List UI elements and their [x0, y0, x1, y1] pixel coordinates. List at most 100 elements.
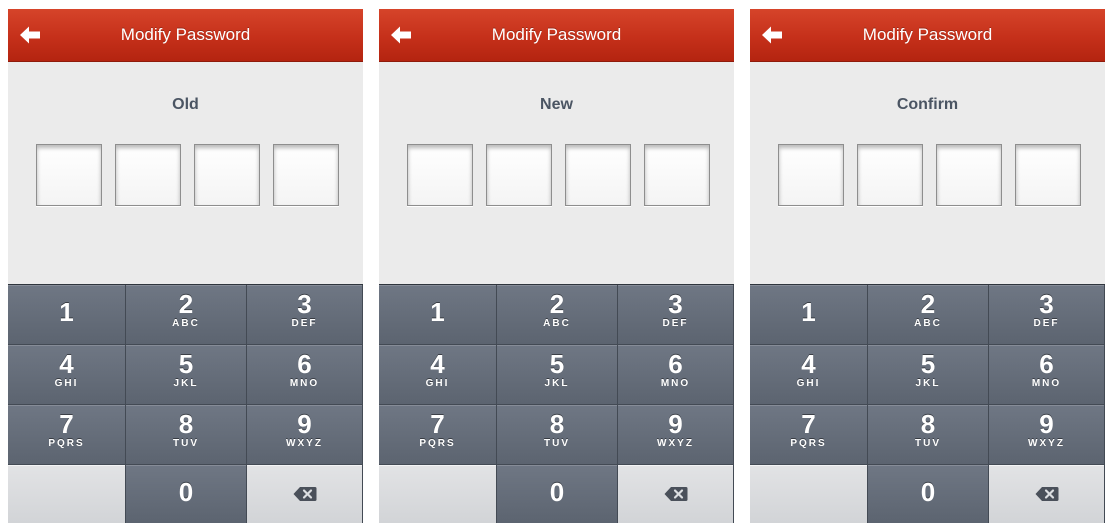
key-9[interactable]: 9 WXYZ — [989, 405, 1105, 465]
key-7[interactable]: 7 PQRS — [379, 405, 497, 465]
key-3[interactable]: 3 DEF — [618, 285, 734, 345]
key-1[interactable]: 1 — [750, 285, 868, 345]
key-7[interactable]: 7 PQRS — [8, 405, 126, 465]
key-digit: 3 — [297, 289, 312, 319]
key-letters: DEF — [291, 318, 318, 329]
key-digit: 0 — [920, 477, 936, 507]
key-digit: 5 — [920, 349, 936, 379]
screen-old-password: Modify Password Old 1 2 ABC 3 DEF 4 GHI 5 JK… — [8, 9, 363, 523]
key-0[interactable]: 0 — [497, 465, 618, 523]
delete-key[interactable] — [618, 465, 734, 523]
pin-digit-field-3[interactable] — [936, 144, 1002, 206]
key-digit: 3 — [1039, 289, 1054, 319]
key-2[interactable]: 2 ABC — [126, 285, 247, 345]
pin-input-row — [36, 144, 342, 206]
key-digit: 1 — [59, 297, 74, 327]
key-digit: 7 — [59, 409, 74, 439]
key-1[interactable]: 1 — [8, 285, 126, 345]
key-4[interactable]: 4 GHI — [379, 345, 497, 405]
pin-digit-field-1[interactable] — [36, 144, 102, 206]
key-9[interactable]: 9 WXYZ — [618, 405, 734, 465]
key-digit: 8 — [178, 409, 194, 439]
key-6[interactable]: 6 MNO — [989, 345, 1105, 405]
key-letters: DEF — [662, 318, 689, 329]
key-5[interactable]: 5 JKL — [126, 345, 247, 405]
key-6[interactable]: 6 MNO — [247, 345, 363, 405]
key-7[interactable]: 7 PQRS — [750, 405, 868, 465]
backspace-icon — [664, 487, 687, 501]
key-digit: 7 — [801, 409, 816, 439]
key-letters: ABC — [172, 318, 200, 329]
key-8[interactable]: 8 TUV — [126, 405, 247, 465]
key-digit: 9 — [297, 409, 312, 439]
key-0[interactable]: 0 — [126, 465, 247, 523]
key-digit: 6 — [297, 349, 312, 379]
key-1[interactable]: 1 — [379, 285, 497, 345]
page-title: Modify Password — [491, 25, 622, 44]
pin-digit-field-1[interactable] — [407, 144, 473, 206]
key-letters: WXYZ — [657, 438, 694, 449]
key-letters: PQRS — [48, 438, 85, 449]
key-digit: 4 — [430, 349, 445, 379]
key-digit: 5 — [549, 349, 565, 379]
key-letters: MNO — [1031, 378, 1062, 389]
key-letters: JKL — [915, 378, 941, 389]
pin-digit-field-2[interactable] — [857, 144, 923, 206]
key-letters: ABC — [543, 318, 571, 329]
key-letters: JKL — [544, 378, 570, 389]
pin-input-row — [407, 144, 713, 206]
numeric-keypad: 1 2 ABC 3 DEF 4 GHI 5 JKL 6 MNO 7 PQRS 8 TUV 9W… — [750, 284, 1105, 523]
delete-key[interactable] — [247, 465, 363, 523]
key-blank — [8, 465, 126, 523]
key-3[interactable]: 3 DEF — [989, 285, 1105, 345]
backspace-icon — [293, 487, 316, 501]
key-letters: TUV — [915, 438, 941, 449]
key-digit: 7 — [430, 409, 445, 439]
key-blank — [379, 465, 497, 523]
key-digit: 0 — [178, 477, 194, 507]
backspace-icon — [1035, 487, 1058, 501]
pin-digit-field-3[interactable] — [194, 144, 260, 206]
key-digit: 3 — [668, 289, 683, 319]
key-5[interactable]: 5 JKL — [497, 345, 618, 405]
key-5[interactable]: 5 JKL — [868, 345, 989, 405]
pin-digit-field-3[interactable] — [565, 144, 631, 206]
key-2[interactable]: 2 ABC — [868, 285, 989, 345]
key-digit: 8 — [549, 409, 565, 439]
delete-key[interactable] — [989, 465, 1105, 523]
pin-digit-field-4[interactable] — [644, 144, 710, 206]
key-2[interactable]: 2 ABC — [497, 285, 618, 345]
pin-digit-field-2[interactable] — [486, 144, 552, 206]
pin-input-row — [778, 144, 1084, 206]
key-digit: 5 — [178, 349, 194, 379]
pin-prompt-label: New — [540, 96, 573, 113]
key-digit: 0 — [549, 477, 565, 507]
key-digit: 2 — [178, 289, 194, 319]
key-digit: 4 — [59, 349, 74, 379]
pin-digit-field-4[interactable] — [273, 144, 339, 206]
key-blank — [750, 465, 868, 523]
numeric-keypad: 1 2 ABC 3 DEF 4 GHI 5 JKL 6 MNO 7 PQRS 8 TUV 9W… — [8, 284, 363, 523]
key-9[interactable]: 9 WXYZ — [247, 405, 363, 465]
key-3[interactable]: 3 DEF — [247, 285, 363, 345]
key-8[interactable]: 8 TUV — [868, 405, 989, 465]
key-letters: PQRS — [790, 438, 827, 449]
page-title: Modify Password — [862, 25, 993, 44]
key-8[interactable]: 8 TUV — [497, 405, 618, 465]
pin-prompt-label: Old — [172, 96, 199, 113]
pin-digit-field-4[interactable] — [1015, 144, 1081, 206]
key-letters: MNO — [660, 378, 691, 389]
navigation-bar: Modify Password — [8, 9, 363, 62]
key-4[interactable]: 4 GHI — [750, 345, 868, 405]
pin-digit-field-2[interactable] — [115, 144, 181, 206]
page-title: Modify Password — [120, 25, 251, 44]
key-letters: MNO — [289, 378, 320, 389]
key-4[interactable]: 4 GHI — [8, 345, 126, 405]
key-digit: 4 — [801, 349, 816, 379]
key-0[interactable]: 0 — [868, 465, 989, 523]
key-letters: DEF — [1033, 318, 1060, 329]
navigation-bar: Modify Password — [750, 9, 1105, 62]
pin-digit-field-1[interactable] — [778, 144, 844, 206]
screen-confirm-password: Modify Password Confirm 1 2 ABC 3 DEF 4 GHI… — [750, 9, 1105, 523]
key-6[interactable]: 6 MNO — [618, 345, 734, 405]
